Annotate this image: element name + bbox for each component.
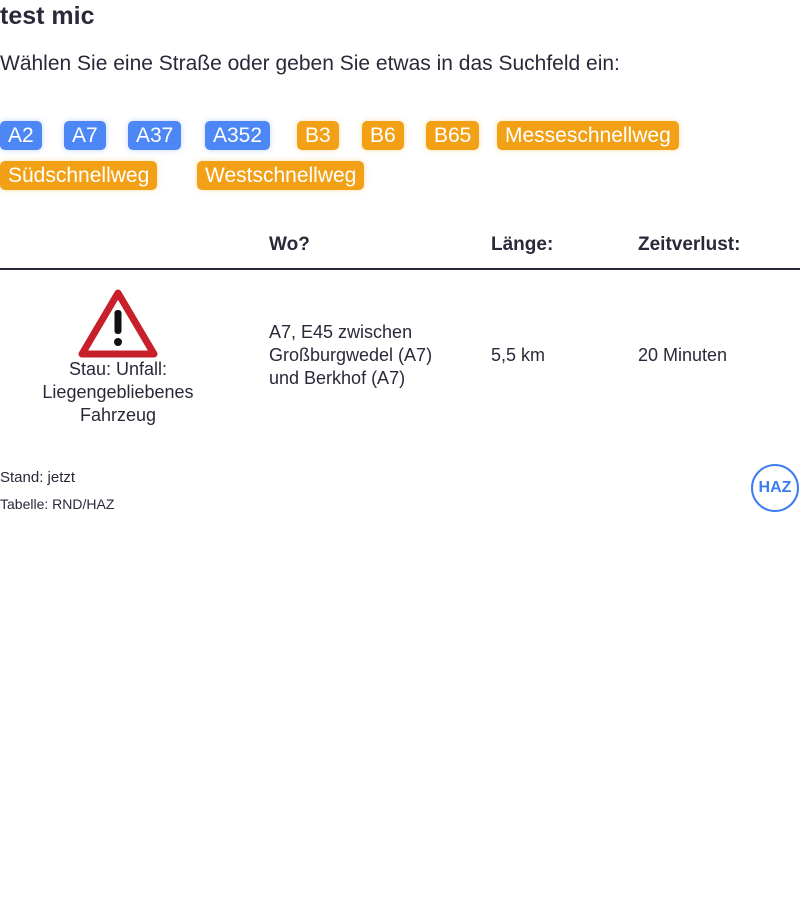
filter-chip-messeschnellweg[interactable]: Messeschnellweg (497, 121, 679, 150)
column-header-length: Länge: (491, 234, 554, 255)
incident-type-line: Fahrzeug (79, 405, 157, 425)
incident-length-cell: 5,5 km (491, 345, 546, 365)
filter-chip-b65[interactable]: B65 (426, 121, 480, 150)
filter-chip-a7[interactable]: A7 (64, 121, 106, 150)
filter-chip-b3[interactable]: B3 (297, 121, 339, 150)
column-header-where: Wo? (269, 234, 310, 255)
filter-chip-a37[interactable]: A37 (128, 121, 182, 150)
warning-triangle-icon (78, 289, 158, 358)
filter-chip-a352[interactable]: A352 (205, 121, 271, 150)
incident-type-cell: Stau: Unfall: Liegengebliebenes Fahrzeug (20, 288, 216, 427)
incident-type-line: Liegengebliebenes (42, 382, 194, 402)
table-header-divider (0, 268, 800, 270)
incident-delay-cell: 20 Minuten (638, 345, 728, 365)
filter-chip-a2[interactable]: A2 (0, 121, 42, 150)
filter-chip-westschnellweg[interactable]: Westschnellweg (197, 161, 365, 190)
location-line: und Berkhof (A7) (269, 368, 406, 388)
page-title: test mic (0, 2, 95, 30)
incident-type-line: Stau: Unfall: (68, 359, 168, 379)
filter-chip-suedschnellweg[interactable]: Südschnellweg (0, 161, 158, 190)
location-line: Großburgwedel (A7) (269, 345, 433, 365)
column-header-delay: Zeitverlust: (638, 234, 741, 255)
filter-chip-b6[interactable]: B6 (362, 121, 404, 150)
source-credit: Tabelle: RND/HAZ (0, 496, 115, 512)
traffic-widget: test mic Wählen Sie eine Straße oder geb… (0, 0, 800, 918)
instruction-text: Wählen Sie eine Straße oder geben Sie et… (0, 52, 620, 75)
haz-logo[interactable]: HAZ (751, 464, 799, 512)
location-line: A7, E45 zwischen (269, 322, 413, 342)
incident-location-cell: A7, E45 zwischen Großburgwedel (A7) und … (269, 321, 432, 390)
last-updated-text: Stand: jetzt (0, 469, 76, 486)
